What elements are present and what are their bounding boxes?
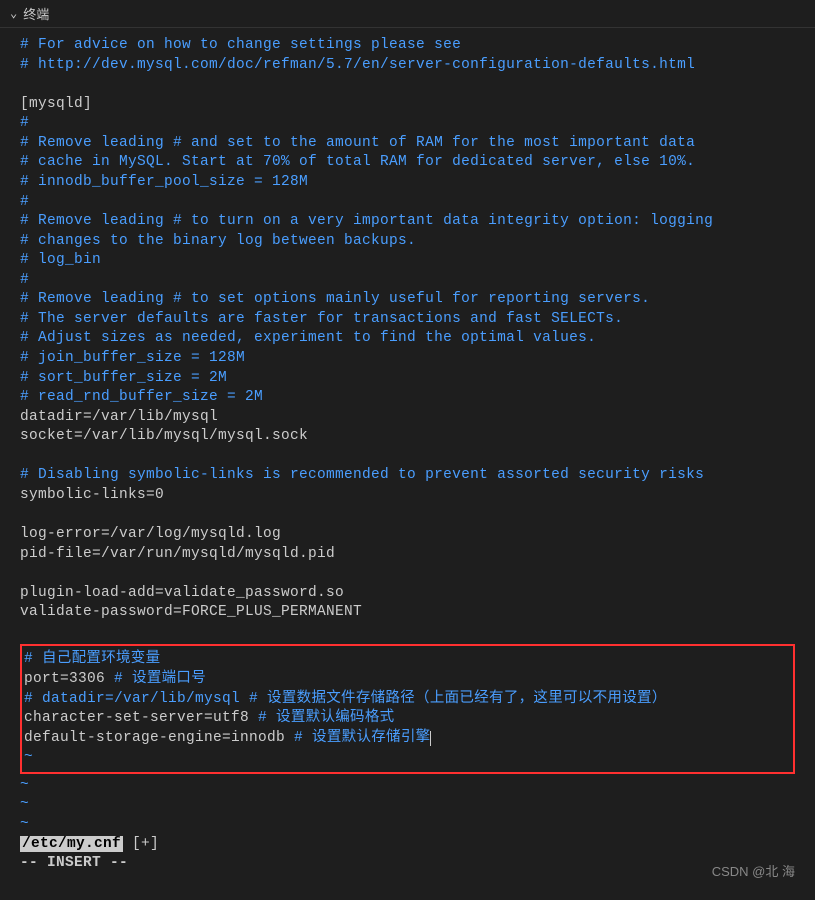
terminal-line: # http://dev.mysql.com/doc/refman/5.7/en… — [20, 56, 795, 76]
terminal-line: ~ — [24, 748, 791, 768]
vim-empty-line-tilde: ~ — [20, 795, 795, 815]
terminal-line: default-storage-engine=innodb # 设置默认存储引擎 — [24, 729, 791, 749]
terminal-line: # For advice on how to change settings p… — [20, 36, 795, 56]
terminal-line: # Remove leading # and set to the amount… — [20, 134, 795, 154]
terminal-line — [20, 75, 795, 95]
terminal-line: # — [20, 193, 795, 213]
terminal-line — [20, 447, 795, 467]
terminal-line: # 自己配置环境变量 — [24, 650, 791, 670]
terminal-line: # read_rnd_buffer_size = 2M — [20, 388, 795, 408]
terminal-line: # — [20, 114, 795, 134]
highlighted-config-box: # 自己配置环境变量port=3306 # 设置端口号# datadir=/va… — [20, 644, 795, 773]
vim-status-file: /etc/my.cnf [+] — [20, 835, 795, 855]
terminal-line: # join_buffer_size = 128M — [20, 349, 795, 369]
terminal-panel-header[interactable]: ⌄ 终端 — [0, 0, 815, 28]
terminal-content[interactable]: # For advice on how to change settings p… — [0, 28, 815, 882]
file-modified-indicator: [+] — [123, 836, 159, 852]
terminal-line: # changes to the binary log between back… — [20, 232, 795, 252]
terminal-line: character-set-server=utf8 # 设置默认编码格式 — [24, 709, 791, 729]
terminal-line: # sort_buffer_size = 2M — [20, 369, 795, 389]
terminal-line: socket=/var/lib/mysql/mysql.sock — [20, 427, 795, 447]
watermark-text: CSDN @北 海 — [712, 861, 795, 880]
vim-mode-indicator: -- INSERT -- — [20, 854, 795, 874]
terminal-line: log-error=/var/log/mysqld.log — [20, 525, 795, 545]
terminal-line: # innodb_buffer_pool_size = 128M — [20, 173, 795, 193]
vim-empty-line-tilde: ~ — [20, 815, 795, 835]
terminal-line — [20, 564, 795, 584]
terminal-line: [mysqld] — [20, 95, 795, 115]
terminal-line: datadir=/var/lib/mysql — [20, 408, 795, 428]
terminal-line: port=3306 # 设置端口号 — [24, 670, 791, 690]
chevron-down-icon: ⌄ — [10, 6, 17, 21]
terminal-line: # log_bin — [20, 251, 795, 271]
terminal-line: # datadir=/var/lib/mysql # 设置数据文件存储路径（上面… — [24, 690, 791, 710]
panel-title: 终端 — [23, 4, 49, 23]
terminal-line: symbolic-links=0 — [20, 486, 795, 506]
text-cursor — [430, 731, 431, 746]
terminal-line: # cache in MySQL. Start at 70% of total … — [20, 153, 795, 173]
terminal-line: # Remove leading # to set options mainly… — [20, 290, 795, 310]
terminal-line: # Remove leading # to turn on a very imp… — [20, 212, 795, 232]
terminal-line — [20, 506, 795, 526]
terminal-line: # Disabling symbolic-links is recommende… — [20, 466, 795, 486]
terminal-line: validate-password=FORCE_PLUS_PERMANENT — [20, 603, 795, 623]
terminal-line — [20, 623, 795, 643]
terminal-line: # — [20, 271, 795, 291]
file-path-label: /etc/my.cnf — [20, 836, 123, 852]
terminal-line: pid-file=/var/run/mysqld/mysqld.pid — [20, 545, 795, 565]
terminal-line: plugin-load-add=validate_password.so — [20, 584, 795, 604]
terminal-line: # Adjust sizes as needed, experiment to … — [20, 329, 795, 349]
terminal-line: # The server defaults are faster for tra… — [20, 310, 795, 330]
vim-empty-line-tilde: ~ — [20, 776, 795, 796]
